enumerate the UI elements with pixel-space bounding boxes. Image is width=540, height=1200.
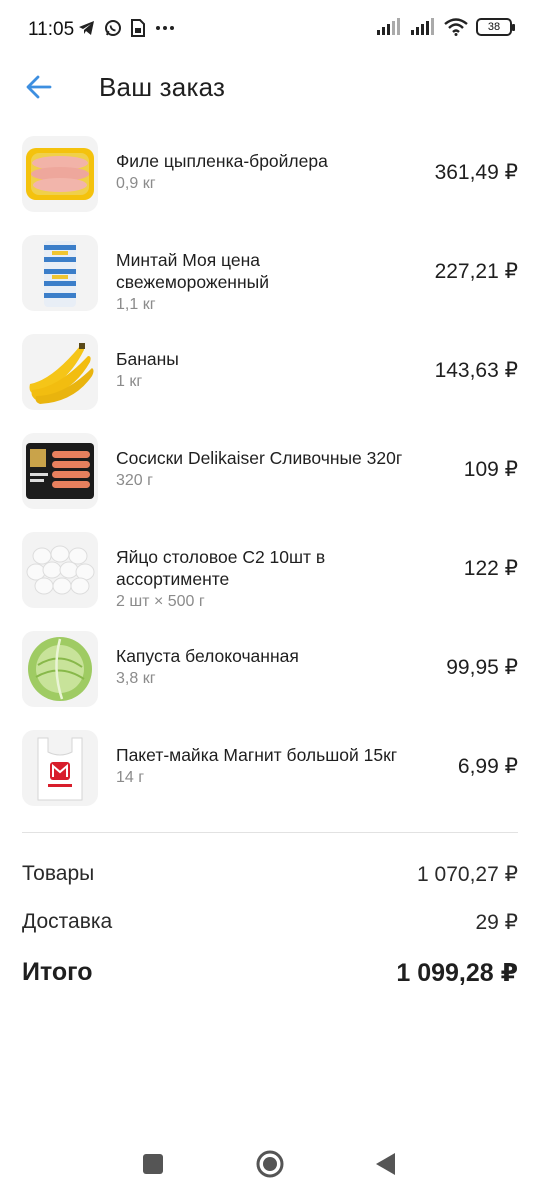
telegram-icon: [79, 21, 94, 35]
recent-apps-button[interactable]: [133, 1144, 173, 1184]
cabbage-image: [22, 631, 98, 707]
more-icon: [156, 26, 174, 30]
header: Ваш заказ: [0, 62, 540, 112]
summary-total-row: Итого 1 099,28 ₽: [22, 958, 518, 994]
item-price: 361,49 ₽: [434, 161, 518, 184]
order-item[interactable]: Бананы 1 кг 143,63 ₽: [0, 330, 540, 429]
goods-label: Товары: [22, 862, 95, 885]
order-item[interactable]: Капуста белокочанная 3,8 кг 99,95 ₽: [0, 627, 540, 726]
item-price: 6,99 ₽: [457, 755, 518, 778]
item-price: 99,95 ₽: [446, 656, 518, 679]
item-name: Пакет-майка Магнит большой 15кг: [116, 745, 398, 765]
delivery-label: Доставка: [22, 910, 113, 933]
bananas-image: [22, 334, 98, 410]
plastic-bag-image: [22, 730, 98, 806]
total-value: 1 099,28 ₽: [396, 959, 518, 987]
item-name: Минтай Моя цена свежемороженный: [116, 250, 269, 292]
whatsapp-icon: [105, 20, 121, 36]
item-price: 109 ₽: [463, 458, 518, 481]
wifi-icon: [444, 18, 468, 36]
fish-pack-image: [22, 235, 98, 311]
delivery-value: 29 ₽: [475, 911, 518, 934]
item-name: Бананы: [116, 349, 179, 369]
order-item[interactable]: Пакет-майка Магнит большой 15кг 14 г 6,9…: [0, 726, 540, 825]
item-price: 227,21 ₽: [434, 260, 518, 283]
item-quantity: 1 кг: [116, 373, 143, 390]
order-item[interactable]: Филе цыпленка-бройлера 0,9 кг 361,49 ₽: [0, 132, 540, 231]
sausages-pack-image: [22, 433, 98, 509]
item-quantity: 14 г: [116, 769, 145, 786]
battery-icon: 38: [476, 18, 515, 36]
status-bar: 11:05 38: [0, 0, 540, 62]
item-quantity: 0,9 кг: [116, 175, 156, 192]
arrow-left-icon: [26, 75, 52, 99]
item-price: 122 ₽: [463, 557, 518, 580]
goods-value: 1 070,27 ₽: [417, 863, 518, 886]
triangle-back-icon: [376, 1153, 395, 1175]
order-item[interactable]: Яйцо столовое С2 10шт в ассортименте 2 ш…: [0, 528, 540, 627]
back-nav-button[interactable]: [366, 1144, 406, 1184]
page-title: Ваш заказ: [99, 72, 226, 102]
status-notification-icons: [78, 19, 176, 37]
summary-goods-row: Товары 1 070,27 ₽: [22, 862, 518, 892]
square-icon: [143, 1154, 163, 1174]
item-quantity: 3,8 кг: [116, 670, 156, 687]
chicken-fillet-image: [22, 136, 98, 212]
item-name: Филе цыпленка-бройлера: [116, 151, 328, 171]
home-button[interactable]: [250, 1144, 290, 1184]
eggs-image: [22, 532, 98, 608]
sim-card-icon: [131, 19, 145, 37]
order-item[interactable]: Минтай Моя цена свежемороженный 1,1 кг 2…: [0, 231, 540, 330]
system-navigation-bar: [0, 1130, 540, 1200]
item-name: Яйцо столовое С2 10шт в ассортименте: [116, 547, 326, 589]
item-price: 143,63 ₽: [434, 359, 518, 382]
item-quantity: 2 шт × 500 г: [116, 593, 205, 610]
summary-delivery-row: Доставка 29 ₽: [22, 910, 518, 940]
order-item[interactable]: Сосиски Delikaiser Сливочные 320г 320 г …: [0, 429, 540, 528]
circle-icon: [256, 1150, 284, 1178]
order-items-list: Филе цыпленка-бройлера 0,9 кг 361,49 ₽ М…: [0, 132, 540, 825]
divider: [22, 832, 518, 833]
signal-icon: [411, 18, 434, 35]
signal-icon: [377, 18, 400, 35]
back-button[interactable]: [22, 70, 56, 104]
status-system-icons: 38: [376, 18, 515, 36]
status-time: 11:05: [28, 19, 75, 40]
item-name: Капуста белокочанная: [116, 646, 299, 666]
item-name: Сосиски Delikaiser Сливочные 320г: [116, 448, 403, 468]
item-quantity: 1,1 кг: [116, 296, 156, 313]
total-label: Итого: [22, 958, 93, 986]
item-quantity: 320 г: [116, 472, 153, 489]
